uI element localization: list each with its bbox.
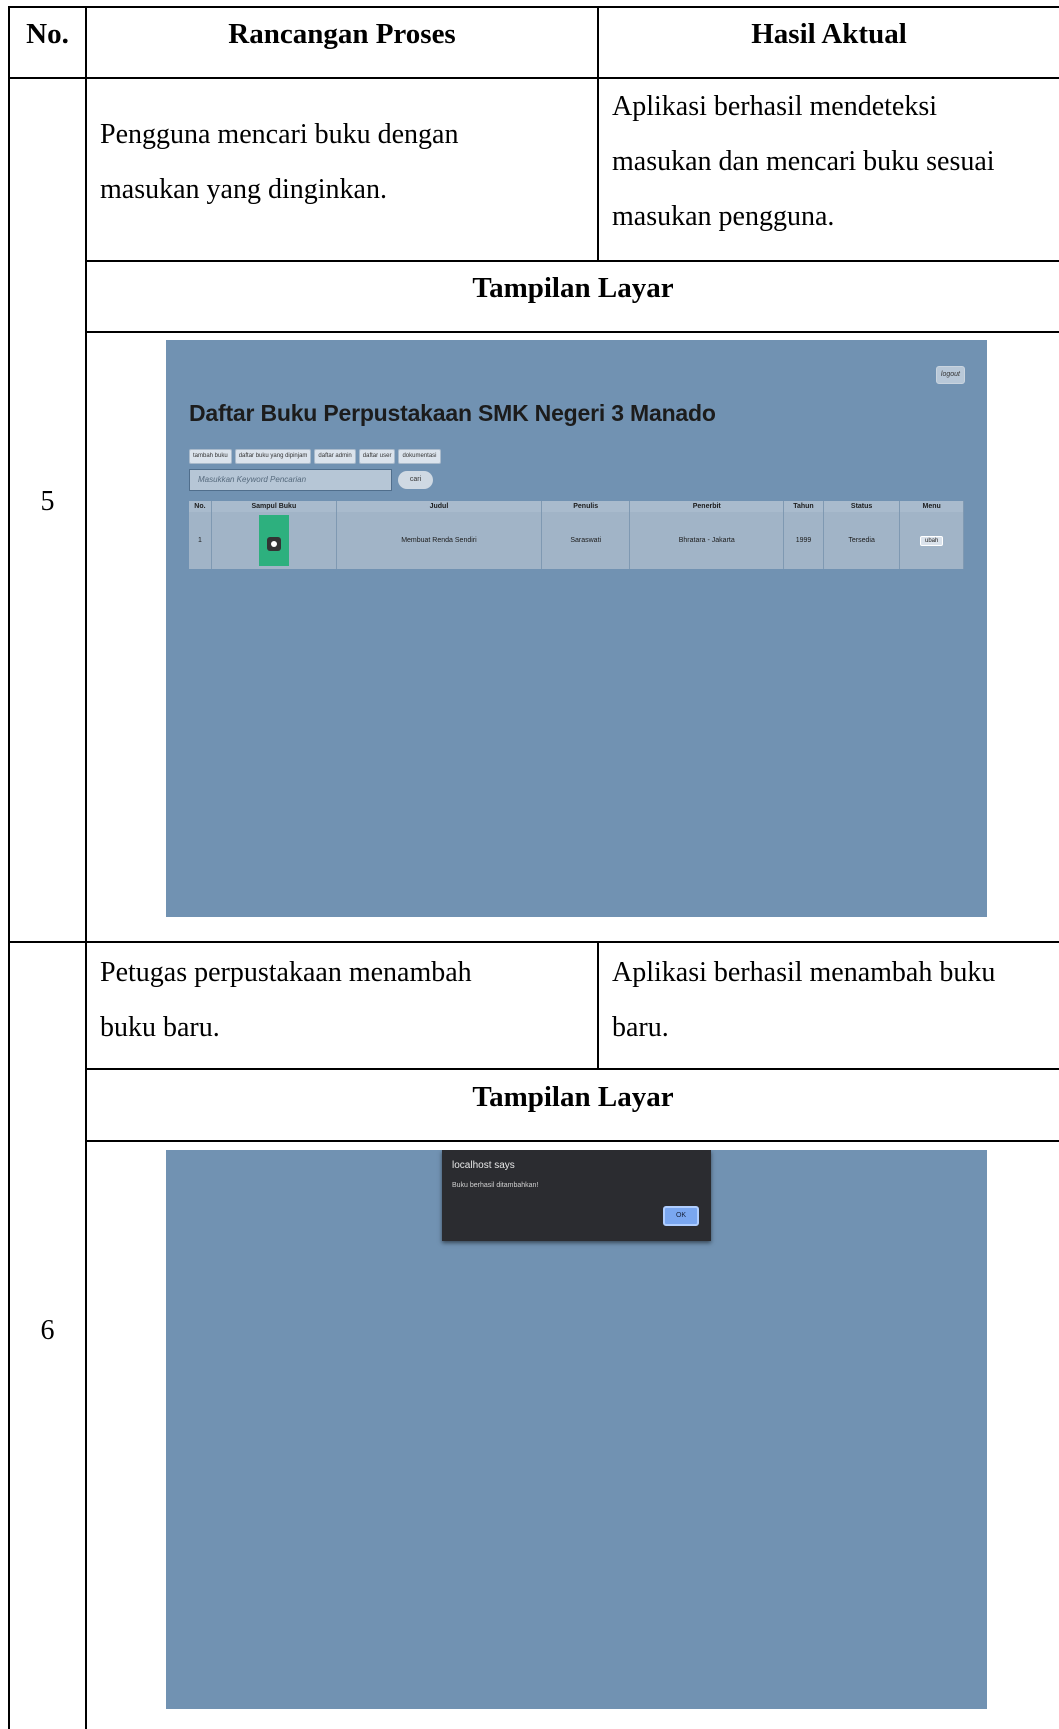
text-line: Petugas perpustakaan menambah	[100, 957, 472, 988]
row6-text-bottom-border	[85, 1068, 1059, 1070]
col-header: Judul	[336, 501, 543, 512]
hasil-aktual-text: Aplikasi berhasil mendeteksi masukan dan…	[612, 79, 995, 244]
cell-cover	[211, 512, 337, 569]
text-line: baru.	[612, 1012, 669, 1043]
header-hasil-aktual: Hasil Aktual	[751, 18, 907, 50]
cell-tahun: 1999	[783, 512, 824, 569]
row5-text-bottom-border	[85, 260, 1059, 262]
col-header: Menu	[899, 501, 964, 512]
header-no: No.	[26, 18, 69, 50]
nav-dokumentasi[interactable]: dokumentasi	[398, 449, 441, 464]
nav-daftar-user[interactable]: daftar user	[358, 449, 396, 464]
nav-daftar-admin[interactable]: daftar admin	[314, 449, 356, 464]
ubah-button[interactable]: ubah	[919, 535, 944, 546]
rancangan-proses-text: Petugas perpustakaan menambah buku baru.	[100, 945, 472, 1055]
text-line: Aplikasi berhasil mendeteksi	[612, 91, 938, 122]
text-line: masukan yang dinginkan.	[100, 174, 387, 205]
nav-daftar-buku-dipinjam[interactable]: daftar buku yang dipinjam	[234, 449, 312, 464]
text-line: masukan dan mencari buku sesuai	[612, 146, 995, 177]
cell-menu: ubah	[899, 512, 964, 569]
col-header: Sampul Buku	[211, 501, 337, 512]
logout-button[interactable]: logout	[935, 366, 965, 384]
screenshot-alert: localhost says Buku berhasil ditambahkan…	[166, 1150, 987, 1709]
cell-penerbit: Bhratara - Jakarta	[629, 512, 785, 569]
table-header-row: No. Sampul Buku Judul Penulis Penerbit T…	[189, 501, 964, 512]
text-line: Aplikasi berhasil menambah buku	[612, 957, 996, 988]
row-separator	[8, 941, 1059, 943]
rancangan-proses-text: Pengguna mencari buku dengan masukan yan…	[100, 107, 458, 217]
nav-tambah-buku[interactable]: tambah buku	[189, 449, 232, 464]
row6-tampilan-bottom-border	[85, 1140, 1059, 1142]
col-header: Penerbit	[629, 501, 785, 512]
tampilan-layar-heading: Tampilan Layar	[472, 1081, 674, 1113]
search-input[interactable]: Masukkan Keyword Pencarian	[189, 469, 392, 491]
col-header: Status	[823, 501, 901, 512]
dialog-message: Buku berhasil ditambahkan!	[452, 1182, 539, 1189]
text-line: Pengguna mencari buku dengan	[100, 119, 459, 150]
cell-judul: Membuat Renda Sendiri	[336, 512, 543, 569]
col-header: Tahun	[783, 501, 824, 512]
table-border-top	[8, 6, 1059, 8]
col-header: No.	[189, 501, 212, 512]
cell-penulis: Saraswati	[541, 512, 631, 569]
col-header: Penulis	[541, 501, 631, 512]
row-number: 6	[40, 1315, 55, 1346]
nav-bar: tambah buku daftar buku yang dipinjam da…	[189, 449, 441, 464]
search-button[interactable]: cari	[398, 471, 433, 489]
text-line: masukan pengguna.	[612, 201, 835, 232]
table-border-left	[8, 6, 10, 1729]
text-line: buku baru.	[100, 1012, 220, 1043]
book-table: No. Sampul Buku Judul Penulis Penerbit T…	[189, 501, 964, 569]
page-title: Daftar Buku Perpustakaan SMK Negeri 3 Ma…	[189, 400, 716, 426]
screenshot-book-list: logout Daftar Buku Perpustakaan SMK Nege…	[166, 340, 987, 917]
cell-status: Tersedia	[823, 512, 901, 569]
book-cover-image	[258, 515, 289, 566]
row6-column-divider	[597, 941, 599, 1070]
no-column-divider	[85, 6, 87, 1729]
ok-button[interactable]: OK	[663, 1206, 699, 1226]
alert-dialog: localhost says Buku berhasil ditambahkan…	[442, 1150, 711, 1241]
header-rancangan-proses: Rancangan Proses	[228, 18, 456, 50]
hasil-aktual-text: Aplikasi berhasil menambah buku baru.	[612, 945, 995, 1055]
tampilan-layar-heading: Tampilan Layar	[472, 272, 674, 304]
row5-tampilan-bottom-border	[85, 331, 1059, 333]
table-row: 1 Membuat Renda Sendiri Saraswati Bhrata…	[189, 512, 964, 569]
cell-no: 1	[189, 512, 212, 569]
dialog-title: localhost says	[452, 1160, 515, 1171]
row-number: 5	[40, 486, 55, 517]
